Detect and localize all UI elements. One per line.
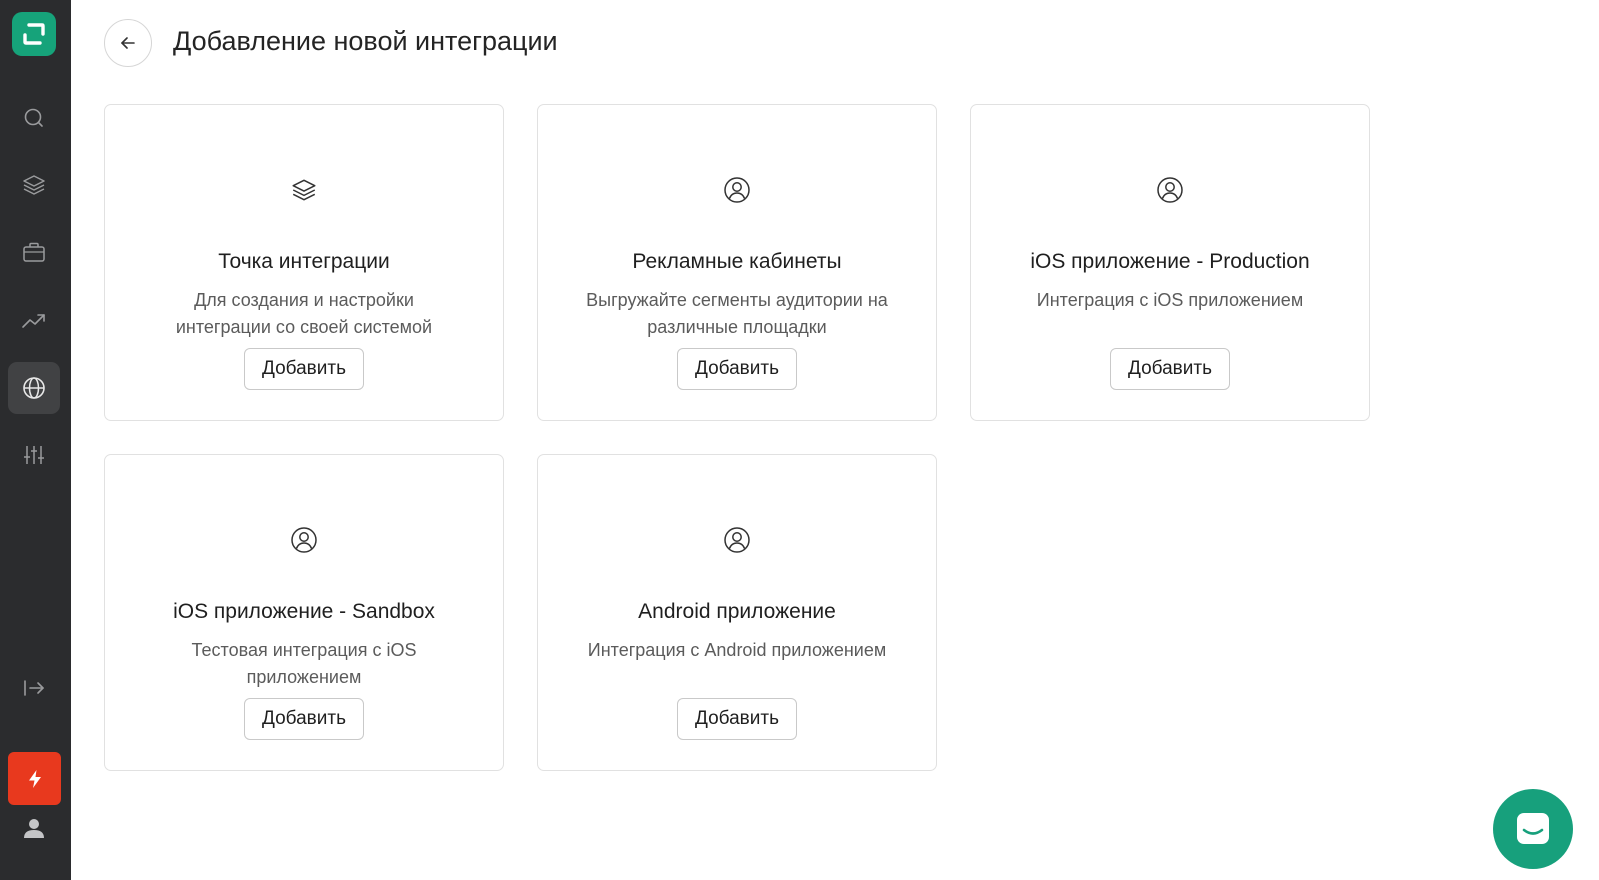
user-circle-icon xyxy=(1155,175,1185,205)
add-button[interactable]: Добавить xyxy=(244,698,364,740)
arrow-left-icon xyxy=(121,37,135,49)
integration-card-ad-accounts: Рекламные кабинеты Выгружайте сегменты а… xyxy=(537,104,937,421)
logout-icon xyxy=(24,680,44,696)
sliders-icon xyxy=(24,446,44,464)
integration-card-point: Точка интеграции Для создания и настройк… xyxy=(104,104,504,421)
back-button[interactable] xyxy=(104,19,152,67)
integration-card-ios-sandbox: iOS приложение - Sandbox Тестовая интегр… xyxy=(104,454,504,771)
card-title: Рекламные кабинеты xyxy=(632,250,842,273)
add-button[interactable]: Добавить xyxy=(677,348,797,390)
card-description: Интеграция с Android приложением xyxy=(587,640,887,660)
sidebar-item-search[interactable] xyxy=(8,92,60,144)
card-description: Для создания и настройки интеграции со с… xyxy=(175,290,433,337)
card-description: Интеграция с iOS приложением xyxy=(1036,290,1304,310)
sidebar-item-layers[interactable] xyxy=(8,159,60,211)
chat-widget-button[interactable] xyxy=(1493,789,1573,869)
add-button[interactable]: Добавить xyxy=(244,348,364,390)
trending-up-icon xyxy=(22,314,45,328)
add-button[interactable]: Добавить xyxy=(1110,348,1230,390)
user-circle-icon xyxy=(722,525,752,555)
profile-button[interactable] xyxy=(8,802,60,854)
sidebar-item-integrations[interactable] xyxy=(8,362,60,414)
card-title: iOS приложение - Sandbox xyxy=(173,600,435,623)
card-description: Тестовая интеграция с iOS приложением xyxy=(191,640,417,687)
user-circle-icon xyxy=(722,175,752,205)
logout-button[interactable] xyxy=(8,662,60,714)
card-description: Выгружайте сегменты аудитории на различн… xyxy=(586,290,888,337)
layers-icon xyxy=(289,175,319,205)
layers-icon xyxy=(23,175,45,195)
sidebar xyxy=(0,0,71,880)
sidebar-item-analytics[interactable] xyxy=(8,294,60,346)
logo-icon xyxy=(23,23,45,45)
sidebar-item-settings[interactable] xyxy=(8,429,60,481)
card-title: Точка интеграции xyxy=(218,250,390,273)
card-title: Android приложение xyxy=(638,600,836,623)
page-title: Добавление новой интеграции xyxy=(173,26,558,56)
integration-card-ios-production: iOS приложение - Production Интеграция с… xyxy=(970,104,1370,421)
user-circle-icon xyxy=(289,525,319,555)
integration-card-android: Android приложение Интеграция с Android … xyxy=(537,454,937,771)
chat-icon xyxy=(1517,813,1549,844)
card-title: iOS приложение - Production xyxy=(1030,250,1310,273)
briefcase-icon xyxy=(23,242,45,262)
user-icon xyxy=(24,819,44,838)
search-icon xyxy=(24,108,43,127)
add-button[interactable]: Добавить xyxy=(677,698,797,740)
app-logo[interactable] xyxy=(12,12,56,56)
main-content: Добавление новой интеграции Точка интегр… xyxy=(71,0,1599,880)
quick-action-button[interactable] xyxy=(8,752,61,805)
globe-icon xyxy=(23,377,45,399)
sidebar-item-briefcase[interactable] xyxy=(8,226,60,278)
bolt-icon xyxy=(28,769,41,788)
